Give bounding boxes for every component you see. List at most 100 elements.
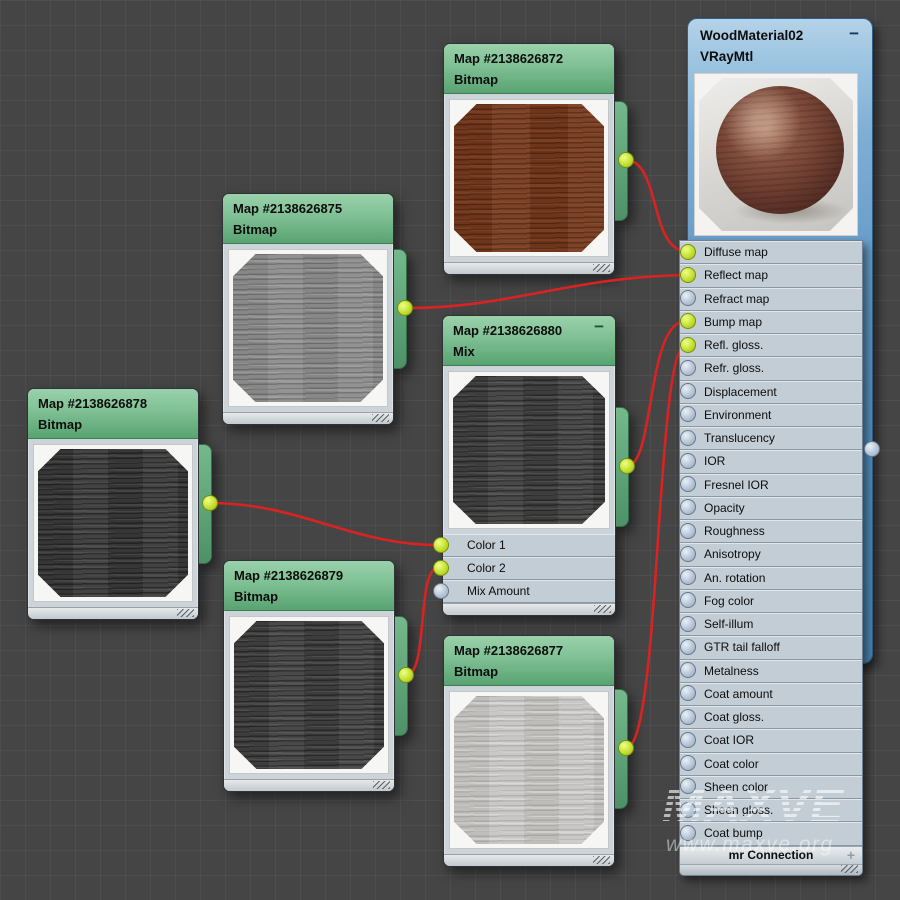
map-node-mix-2138626880[interactable]: Map #2138626880 Mix − Color 1Color 2Mix …: [442, 315, 616, 616]
slot-row-coat-ior[interactable]: Coat IOR: [680, 729, 862, 752]
material-preview-panel[interactable]: [694, 73, 858, 236]
slot-row-anisotropy[interactable]: Anisotropy: [680, 543, 862, 566]
slot-row-bump-map[interactable]: Bump map: [680, 311, 862, 334]
output-socket-map-2138626880[interactable]: [619, 458, 635, 474]
slot-row-coat-bump[interactable]: Coat bump: [680, 822, 862, 845]
slot-row-color-1[interactable]: Color 1: [443, 534, 615, 557]
slot-row-refl-gloss[interactable]: Refl. gloss.: [680, 334, 862, 357]
wire-reflect-map[interactable]: [405, 275, 686, 308]
input-socket-diffuse-map[interactable]: [680, 244, 696, 260]
resize-grip-icon[interactable]: [177, 609, 194, 617]
input-socket-refl-gloss[interactable]: [680, 337, 696, 353]
input-socket-color-1[interactable]: [433, 537, 449, 553]
output-socket-map-2138626879[interactable]: [398, 667, 414, 683]
input-socket-coat-bump[interactable]: [680, 825, 696, 841]
map-preview[interactable]: [449, 691, 609, 849]
input-socket-refr-gloss[interactable]: [680, 360, 696, 376]
input-socket-mix-amount[interactable]: [433, 583, 449, 599]
slot-row-roughness[interactable]: Roughness: [680, 520, 862, 543]
map-preview[interactable]: [229, 616, 389, 774]
expand-plus-icon[interactable]: +: [847, 847, 855, 863]
node-graph-canvas[interactable]: WoodMaterial02 VRayMtl − Diffuse map Refl…: [0, 0, 900, 900]
slot-row-metalness[interactable]: Metalness: [680, 660, 862, 683]
wire-diffuse-map[interactable]: [626, 160, 686, 251]
input-socket-coat-color[interactable]: [680, 755, 696, 771]
map-preview[interactable]: [228, 249, 388, 407]
map-node-bitmap-2138626877[interactable]: Map #2138626877 Bitmap: [443, 635, 615, 867]
input-socket-coat-ior[interactable]: [680, 732, 696, 748]
slot-row-environment[interactable]: Environment: [680, 404, 862, 427]
resize-grip-icon[interactable]: [593, 856, 610, 864]
slot-label: Reflect map: [704, 268, 768, 282]
material-node-header[interactable]: WoodMaterial02 VRayMtl −: [688, 19, 872, 67]
slot-row-self-illum[interactable]: Self-illum: [680, 613, 862, 636]
input-socket-anisotropy[interactable]: [680, 546, 696, 562]
map-preview[interactable]: [33, 444, 193, 602]
slot-row-an-rotation[interactable]: An. rotation: [680, 567, 862, 590]
slot-row-refract-map[interactable]: Refract map: [680, 288, 862, 311]
resize-grip-icon[interactable]: [594, 605, 611, 613]
map-node-header[interactable]: Map #2138626879 Bitmap: [224, 561, 394, 611]
map-node-header[interactable]: Map #2138626872 Bitmap: [444, 44, 614, 94]
output-socket-map-2138626878[interactable]: [202, 495, 218, 511]
input-socket-metalness[interactable]: [680, 662, 696, 678]
map-preview[interactable]: [449, 99, 609, 257]
slot-row-displacement[interactable]: Displacement: [680, 381, 862, 404]
input-socket-refract-map[interactable]: [680, 290, 696, 306]
input-socket-ior[interactable]: [680, 453, 696, 469]
map-node-bitmap-2138626875[interactable]: Map #2138626875 Bitmap: [222, 193, 394, 425]
input-socket-color-2[interactable]: [433, 560, 449, 576]
input-socket-an-rotation[interactable]: [680, 569, 696, 585]
collapse-minus-icon[interactable]: −: [594, 318, 604, 335]
slot-row-sheen-gloss[interactable]: Sheen gloss.: [680, 799, 862, 822]
slot-row-diffuse-map[interactable]: Diffuse map: [680, 241, 862, 264]
collapse-minus-icon[interactable]: −: [849, 24, 859, 44]
slot-row-color-2[interactable]: Color 2: [443, 557, 615, 580]
slot-row-translucency[interactable]: Translucency: [680, 427, 862, 450]
slot-row-mix-amount[interactable]: Mix Amount: [443, 580, 615, 603]
map-node-header[interactable]: Map #2138626880 Mix −: [443, 316, 615, 366]
resize-grip-icon[interactable]: [373, 781, 390, 789]
resize-grip-icon[interactable]: [593, 264, 610, 272]
output-socket-map-2138626875[interactable]: [397, 300, 413, 316]
slot-row-fog-color[interactable]: Fog color: [680, 590, 862, 613]
output-socket-map-2138626872[interactable]: [618, 152, 634, 168]
map-node-bitmap-2138626879[interactable]: Map #2138626879 Bitmap: [223, 560, 395, 792]
input-socket-coat-gloss[interactable]: [680, 709, 696, 725]
slot-row-coat-color[interactable]: Coat color: [680, 753, 862, 776]
wire-color-2[interactable]: [406, 568, 438, 675]
map-node-bitmap-2138626872[interactable]: Map #2138626872 Bitmap: [443, 43, 615, 275]
map-preview[interactable]: [448, 371, 610, 529]
input-socket-translucency[interactable]: [680, 430, 696, 446]
slot-row-opacity[interactable]: Opacity: [680, 497, 862, 520]
input-socket-gtr-tail-falloff[interactable]: [680, 639, 696, 655]
output-socket-material[interactable]: [864, 441, 880, 457]
map-node-bitmap-2138626878[interactable]: Map #2138626878 Bitmap: [27, 388, 199, 620]
input-socket-roughness[interactable]: [680, 523, 696, 539]
input-socket-displacement[interactable]: [680, 383, 696, 399]
slot-row-coat-gloss[interactable]: Coat gloss.: [680, 706, 862, 729]
material-slot-panel[interactable]: Diffuse map Reflect map Refract mapBump ma…: [679, 240, 863, 876]
wire-bump-map[interactable]: [627, 321, 686, 466]
map-node-footer: [444, 854, 614, 866]
input-socket-fresnel-ior[interactable]: [680, 476, 696, 492]
resize-grip-icon[interactable]: [841, 865, 858, 873]
slot-row-sheen-color[interactable]: Sheen color: [680, 776, 862, 799]
map-node-header[interactable]: Map #2138626875 Bitmap: [223, 194, 393, 244]
resize-grip-icon[interactable]: [372, 414, 389, 422]
output-socket-map-2138626877[interactable]: [618, 740, 634, 756]
input-socket-reflect-map[interactable]: [680, 267, 696, 283]
slot-row-fresnel-ior[interactable]: Fresnel IOR: [680, 474, 862, 497]
slot-row-reflect-map[interactable]: Reflect map: [680, 264, 862, 287]
input-socket-sheen-gloss[interactable]: [680, 802, 696, 818]
slot-row-coat-amount[interactable]: Coat amount: [680, 683, 862, 706]
slot-row-gtr-tail-falloff[interactable]: GTR tail falloff: [680, 636, 862, 659]
slot-row-ior[interactable]: IOR: [680, 450, 862, 473]
map-node-header[interactable]: Map #2138626877 Bitmap: [444, 636, 614, 686]
map-node-header[interactable]: Map #2138626878 Bitmap: [28, 389, 198, 439]
wire-color-1[interactable]: [210, 503, 438, 545]
slot-row-refr-gloss[interactable]: Refr. gloss.: [680, 357, 862, 380]
wire-refl-gloss[interactable]: [626, 344, 686, 748]
input-socket-self-illum[interactable]: [680, 616, 696, 632]
mr-connection-bar[interactable]: mr Connection +: [680, 846, 862, 864]
